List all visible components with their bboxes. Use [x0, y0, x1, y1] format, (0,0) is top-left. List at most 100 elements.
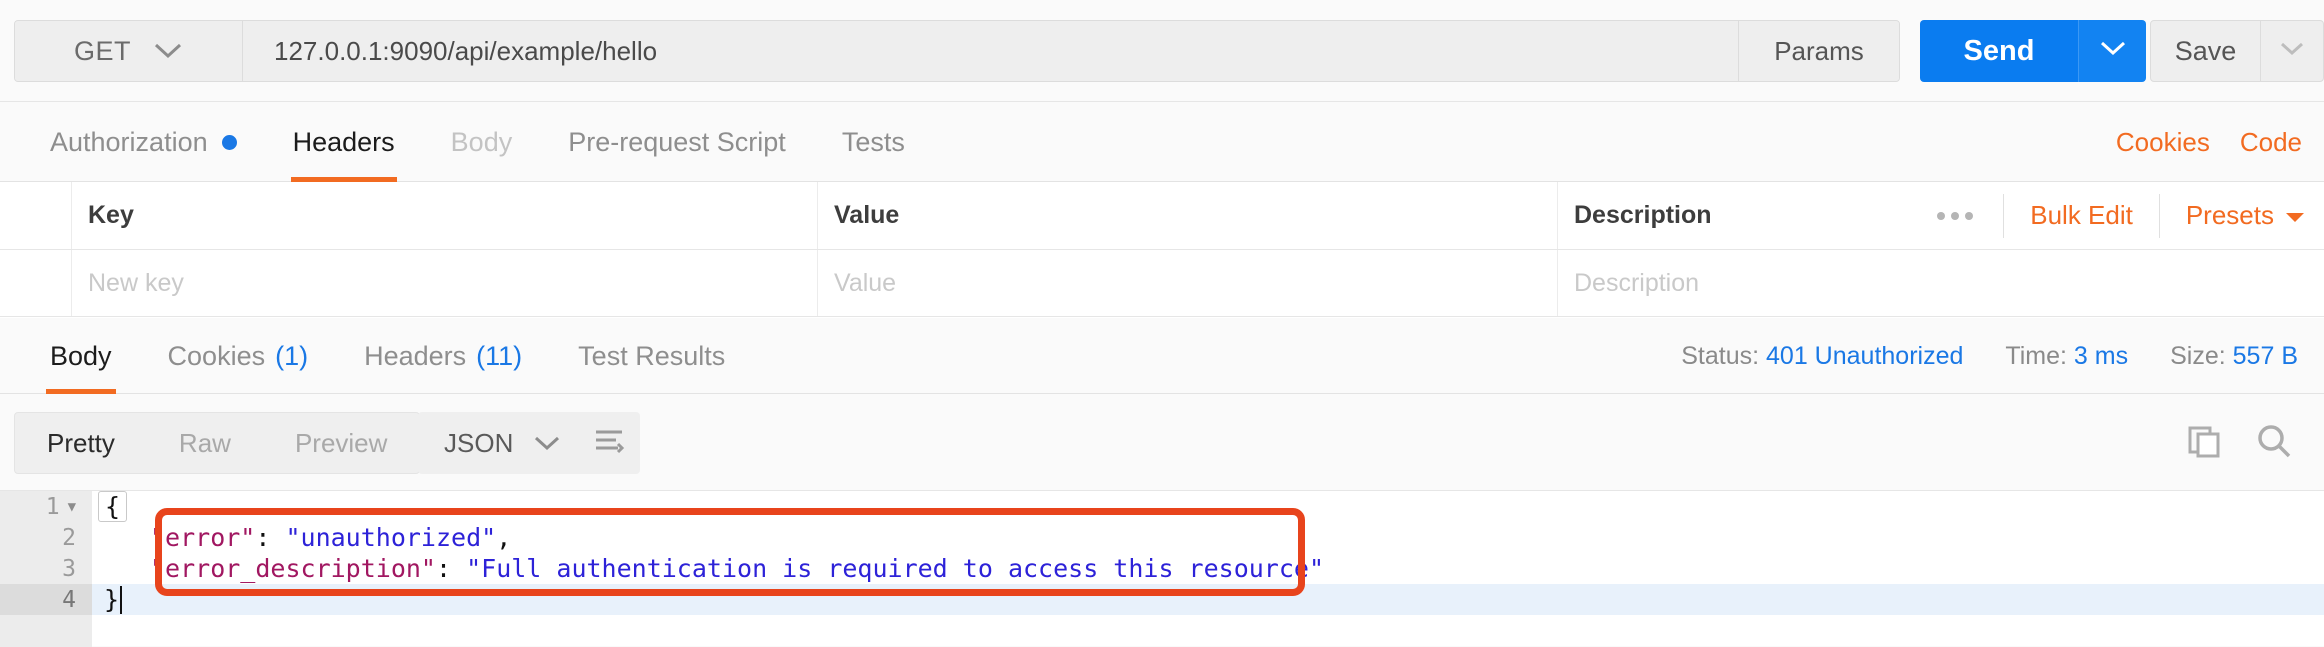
json-comma: ,: [496, 523, 511, 552]
line-number[interactable]: 1 ▼: [0, 491, 92, 522]
send-options-button[interactable]: [2078, 20, 2146, 82]
view-mode-pretty[interactable]: Pretty: [15, 413, 147, 473]
new-row-checkbox-cell[interactable]: [0, 250, 72, 316]
response-meta: Status: 401 Unauthorized Time: 3 ms Size…: [1681, 318, 2298, 394]
response-tabs-bar: Body Cookies (1) Headers (11) Test Resul…: [0, 318, 2324, 394]
response-tab-headers-count: (11): [476, 341, 522, 372]
response-tab-test-results-label: Test Results: [578, 341, 725, 372]
size-label: Size:: [2170, 342, 2226, 370]
json-string-value: "Full authentication is required to acce…: [466, 554, 1324, 583]
code-line: "error_description": "Full authenticatio…: [92, 553, 2324, 584]
request-tabs-bar: Authorization Headers Body Pre-request S…: [0, 102, 2324, 182]
response-body-actions: [2186, 412, 2294, 474]
column-header-value: Value: [818, 182, 1558, 249]
params-button[interactable]: Params: [1739, 21, 1899, 81]
code-link[interactable]: Code: [2240, 127, 2302, 158]
response-tab-headers-label: Headers: [364, 341, 466, 372]
size-value[interactable]: 557 B: [2233, 342, 2298, 370]
header-row-checkbox-cell: [0, 182, 72, 249]
json-close-brace: }: [104, 585, 119, 614]
chevron-down-icon: [533, 428, 561, 459]
response-tab-cookies-count: (1): [275, 341, 308, 372]
code-line: }: [92, 584, 2324, 615]
save-options-button[interactable]: [2261, 21, 2323, 81]
triangle-down-icon[interactable]: ▼: [68, 500, 76, 514]
status-group: Status: 401 Unauthorized: [1681, 342, 1963, 371]
chevron-down-icon: [2099, 40, 2127, 62]
response-body-editor[interactable]: 1 ▼ 2 3 4 { "error": "unauthorized", "er…: [0, 490, 2324, 646]
http-method-selector[interactable]: GET: [15, 21, 243, 81]
json-string-value: "unauthorized": [285, 523, 496, 552]
tab-headers[interactable]: Headers: [265, 102, 423, 182]
new-value-input[interactable]: Value: [818, 250, 1558, 316]
word-wrap-icon: [592, 426, 626, 461]
line-number-label: 4: [62, 587, 76, 613]
copy-icon: [2186, 422, 2224, 465]
copy-button[interactable]: [2186, 422, 2224, 465]
headers-table-tools: Bulk Edit Presets: [1907, 182, 2310, 249]
status-badge[interactable]: 401 Unauthorized: [1766, 342, 1963, 370]
code-line: {: [92, 491, 2324, 522]
json-separator: :: [255, 523, 285, 552]
view-mode-preview[interactable]: Preview: [263, 413, 419, 473]
response-tab-body-label: Body: [50, 341, 112, 372]
response-tab-body[interactable]: Body: [22, 318, 140, 394]
headers-table-new-row[interactable]: New key Value Description: [0, 250, 2324, 317]
view-mode-raw[interactable]: Raw: [147, 413, 263, 473]
search-icon: [2254, 421, 2294, 466]
text-cursor: [120, 586, 122, 614]
view-mode-segmented-control: Pretty Raw Preview: [14, 412, 420, 474]
word-wrap-toggle[interactable]: [578, 412, 640, 474]
line-number[interactable]: 4: [0, 584, 92, 615]
new-key-placeholder: New key: [88, 269, 184, 298]
tab-tests[interactable]: Tests: [814, 102, 933, 182]
presets-label: Presets: [2186, 200, 2274, 231]
request-url-text: 127.0.0.1:9090/api/example/hello: [274, 36, 657, 67]
response-tab-headers[interactable]: Headers (11): [336, 318, 550, 394]
request-tabs-actions: Cookies Code: [2116, 102, 2302, 182]
format-selector[interactable]: JSON: [418, 412, 587, 474]
editor-code-area[interactable]: { "error": "unauthorized", "error_descri…: [92, 491, 2324, 647]
tab-authorization[interactable]: Authorization: [22, 102, 265, 182]
size-group: Size: 557 B: [2170, 342, 2298, 371]
line-number-label: 1: [46, 494, 60, 520]
line-number-label: 2: [62, 525, 76, 551]
save-button-group: Save: [2150, 20, 2324, 82]
tab-tests-label: Tests: [842, 127, 905, 158]
line-number[interactable]: 2: [0, 522, 92, 553]
column-header-description: Description Bulk Edit Presets: [1558, 182, 2324, 249]
request-url-input[interactable]: 127.0.0.1:9090/api/example/hello: [243, 21, 1739, 81]
new-description-input[interactable]: Description: [1558, 250, 2324, 316]
presets-button[interactable]: Presets: [2160, 194, 2310, 238]
request-tabs: Authorization Headers Body Pre-request S…: [22, 102, 933, 182]
time-value[interactable]: 3 ms: [2074, 342, 2128, 370]
line-number[interactable]: 3: [0, 553, 92, 584]
chevron-down-icon: [2279, 41, 2305, 62]
column-header-value-label: Value: [834, 201, 899, 230]
new-key-input[interactable]: New key: [72, 250, 818, 316]
json-key: "error_description": [150, 554, 436, 583]
tab-pre-request-script[interactable]: Pre-request Script: [540, 102, 814, 182]
format-selector-label: JSON: [444, 428, 513, 459]
request-url-bar: GET 127.0.0.1:9090/api/example/hello Par…: [0, 0, 2324, 102]
editor-line-number-gutter: 1 ▼ 2 3 4: [0, 491, 92, 647]
tab-body[interactable]: Body: [423, 102, 541, 182]
send-button-group: Send: [1920, 20, 2146, 82]
ellipsis-icon[interactable]: [1907, 194, 2004, 238]
time-label: Time:: [2005, 342, 2067, 370]
headers-table: Key Value Description Bulk Edit Presets: [0, 182, 2324, 318]
cookies-link[interactable]: Cookies: [2116, 127, 2210, 158]
chevron-down-icon: [153, 42, 183, 60]
search-button[interactable]: [2254, 421, 2294, 466]
json-separator: :: [436, 554, 466, 583]
response-tab-test-results[interactable]: Test Results: [550, 318, 753, 394]
time-group: Time: 3 ms: [2005, 342, 2128, 371]
save-button[interactable]: Save: [2151, 21, 2261, 81]
bulk-edit-button[interactable]: Bulk Edit: [2004, 194, 2160, 238]
bulk-edit-label: Bulk Edit: [2030, 200, 2133, 231]
column-header-description-label: Description: [1574, 201, 1712, 230]
tab-headers-label: Headers: [293, 127, 395, 158]
send-button[interactable]: Send: [1920, 20, 2078, 82]
response-tab-cookies[interactable]: Cookies (1): [140, 318, 337, 394]
new-description-placeholder: Description: [1574, 269, 1699, 298]
